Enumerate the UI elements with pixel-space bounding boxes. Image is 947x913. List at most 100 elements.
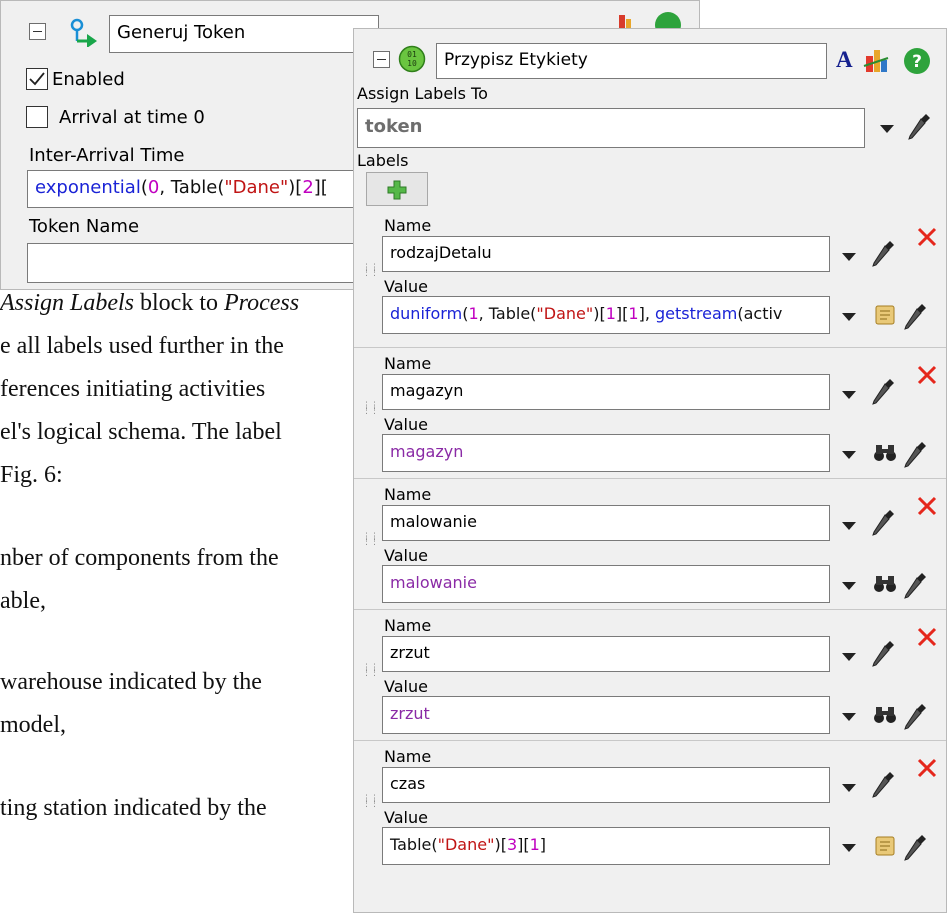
value-dropdown-arrow[interactable] — [842, 713, 856, 721]
collapse-button[interactable] — [373, 51, 390, 68]
value-dropdown-arrow[interactable] — [842, 582, 856, 590]
code-token: ] — [539, 835, 547, 854]
label-value-field[interactable]: malowanie — [382, 565, 830, 603]
eyedropper-icon[interactable] — [902, 571, 928, 601]
help-icon[interactable]: ? — [902, 46, 932, 76]
eyedropper-icon[interactable] — [870, 239, 896, 269]
code-token: 3 — [506, 835, 518, 854]
add-label-button[interactable] — [366, 172, 428, 206]
label-value-field[interactable]: magazyn — [382, 434, 830, 472]
name-label: Name — [384, 485, 432, 504]
arrival-at-zero-checkbox[interactable] — [26, 106, 48, 128]
paper-line: el's logical schema. The label — [0, 419, 282, 445]
token-name-label: Token Name — [29, 216, 140, 237]
name-label: Name — [384, 354, 432, 373]
paper-line: able, — [0, 588, 46, 614]
code-token: )[ — [593, 304, 606, 323]
svg-text:?: ? — [912, 52, 922, 72]
inter-arrival-code-field[interactable]: exponential(0, Table("Dane")[2][ — [27, 170, 367, 208]
binoculars-icon[interactable] — [872, 440, 898, 466]
eyedropper-icon[interactable] — [902, 302, 928, 332]
paper-line: e all labels used further in the — [0, 333, 284, 359]
paper-line: warehouse indicated by the — [0, 669, 262, 695]
label-entry: Name zrzut ⋮⋮ ⋮⋮ Value zrzut — [354, 609, 946, 739]
binoculars-icon[interactable] — [872, 702, 898, 728]
eyedropper-icon[interactable] — [870, 508, 896, 538]
value-dropdown-arrow[interactable] — [842, 844, 856, 852]
name-dropdown-arrow[interactable] — [842, 253, 856, 261]
name-dropdown-arrow[interactable] — [842, 522, 856, 530]
delete-icon[interactable] — [916, 626, 938, 648]
code-token: ][ — [313, 177, 328, 198]
svg-text:01: 01 — [407, 50, 417, 59]
create-token-icon — [70, 18, 97, 47]
eyedropper-icon[interactable] — [902, 833, 928, 863]
eyedropper-icon[interactable] — [902, 440, 928, 470]
label-name-field[interactable]: zrzut — [382, 636, 830, 672]
script-icon[interactable] — [872, 833, 898, 859]
drag-handle[interactable]: ⋮⋮ ⋮⋮ — [362, 664, 379, 678]
activity-title-field[interactable]: Przypisz Etykiety — [436, 43, 827, 79]
assign-to-field[interactable]: token — [357, 108, 865, 148]
properties-icon[interactable] — [862, 46, 892, 76]
eyedropper-icon[interactable] — [902, 702, 928, 732]
eyedropper-icon[interactable] — [870, 639, 896, 669]
properties-icon[interactable] — [613, 11, 637, 29]
collapse-button[interactable] — [29, 23, 46, 40]
assign-to-dropdown-arrow[interactable] — [880, 125, 894, 133]
code-token: 2 — [302, 177, 314, 198]
code-token: 1 — [605, 304, 616, 323]
delete-icon[interactable] — [916, 757, 938, 779]
label-name-field[interactable]: rodzajDetalu — [382, 236, 830, 272]
code-token: (activ — [737, 304, 783, 323]
activity-title-field[interactable]: Generuj Token — [109, 15, 379, 53]
drag-handle[interactable]: ⋮⋮ ⋮⋮ — [362, 264, 379, 278]
paper-line: Fig. 6: — [0, 462, 63, 488]
inter-arrival-label: Inter-Arrival Time — [29, 145, 185, 166]
eyedropper-icon[interactable] — [870, 770, 896, 800]
value-dropdown-arrow[interactable] — [842, 313, 856, 321]
eyedropper-icon[interactable] — [870, 377, 896, 407]
drag-handle[interactable]: ⋮⋮ ⋮⋮ — [362, 533, 379, 547]
code-token: ][ — [517, 835, 530, 854]
eyedropper-icon[interactable] — [906, 112, 932, 142]
help-icon[interactable] — [653, 9, 683, 29]
enabled-label: Enabled — [52, 69, 125, 90]
code-token: 1 — [468, 304, 479, 323]
label-name-field[interactable]: malowanie — [382, 505, 830, 541]
label-name-field[interactable]: czas — [382, 767, 830, 803]
label-value-field[interactable]: duniform(1, Table("Dane")[1][1], getstre… — [382, 296, 830, 334]
delete-icon[interactable] — [916, 226, 938, 248]
label-value-field[interactable]: Table("Dane")[3][1] — [382, 827, 830, 865]
label-entry: Name magazyn ⋮⋮ ⋮⋮ Value magazyn — [354, 347, 946, 477]
check-icon — [29, 72, 45, 86]
delete-icon[interactable] — [916, 364, 938, 386]
code-token: 1 — [529, 835, 540, 854]
value-label: Value — [384, 546, 428, 565]
paper-text: block to — [134, 290, 225, 316]
code-token: duniform — [390, 304, 463, 323]
token-name-field[interactable] — [27, 243, 367, 283]
delete-icon[interactable] — [916, 495, 938, 517]
name-dropdown-arrow[interactable] — [842, 653, 856, 661]
value-label: Value — [384, 277, 428, 296]
code-token: Table( — [390, 835, 438, 854]
value-dropdown-arrow[interactable] — [842, 451, 856, 459]
assign-labels-icon: 01 10 — [398, 45, 426, 73]
label-value-field[interactable]: zrzut — [382, 696, 830, 734]
font-button[interactable]: A — [836, 47, 853, 73]
svg-text:10: 10 — [407, 59, 417, 68]
value-label: Value — [384, 677, 428, 696]
code-token: )[ — [494, 835, 507, 854]
italic-text: Process — [224, 290, 300, 316]
drag-handle[interactable]: ⋮⋮ ⋮⋮ — [362, 795, 379, 809]
name-dropdown-arrow[interactable] — [842, 391, 856, 399]
code-token: malowanie — [390, 573, 477, 592]
name-dropdown-arrow[interactable] — [842, 784, 856, 792]
labels-heading: Labels — [357, 151, 409, 170]
enabled-checkbox[interactable] — [26, 68, 48, 90]
drag-handle[interactable]: ⋮⋮ ⋮⋮ — [362, 402, 379, 416]
label-name-field[interactable]: magazyn — [382, 374, 830, 410]
binoculars-icon[interactable] — [872, 571, 898, 597]
script-icon[interactable] — [872, 302, 898, 328]
